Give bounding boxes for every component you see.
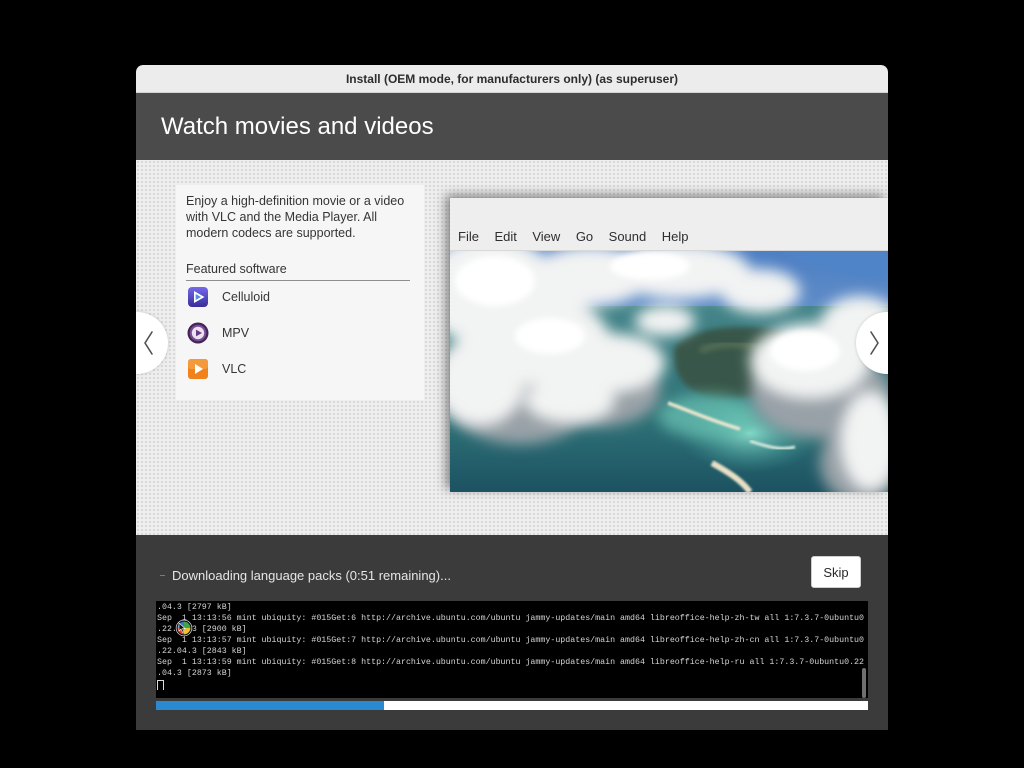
slide-description-line: with VLC and the Media Player. All bbox=[186, 210, 378, 224]
chevron-left-icon bbox=[144, 331, 153, 355]
progress-fill bbox=[156, 701, 384, 710]
log-line: .04.3 [2873 kB] bbox=[157, 669, 232, 678]
video-frame-image bbox=[450, 251, 888, 492]
featured-item-label: Celluloid bbox=[222, 290, 270, 304]
terminal-cursor bbox=[157, 680, 164, 690]
log-line: Sep 1 13:13:57 mint ubiquity: #015Get:7 … bbox=[157, 636, 865, 645]
slide-description-line: Enjoy a high-definition movie or a video bbox=[186, 194, 405, 208]
slide-description-line: modern codecs are supported. bbox=[186, 226, 356, 240]
screenshot-menubar: File Edit View Go Sound Help bbox=[458, 228, 689, 246]
window-title: Install (OEM mode, for manufacturers onl… bbox=[345, 71, 679, 86]
busy-cursor-icon bbox=[175, 619, 193, 637]
spinner-icon bbox=[160, 575, 165, 576]
log-line: Sep 1 13:13:56 mint ubiquity: #015Get:6 … bbox=[157, 614, 865, 623]
featured-software-heading: Featured software bbox=[186, 261, 410, 281]
featured-item-label: VLC bbox=[222, 362, 247, 376]
window-titlebar[interactable]: Install (OEM mode, for manufacturers onl… bbox=[136, 65, 888, 93]
installer-window: Install (OEM mode, for manufacturers onl… bbox=[136, 65, 888, 730]
log-line: .22.04.3 [2900 kB] bbox=[157, 625, 247, 634]
progress-section: Downloading language packs (0:51 remaini… bbox=[136, 535, 888, 730]
install-progress-bar bbox=[156, 701, 868, 710]
log-lines: .04.3 [2797 kB] Sep 1 13:13:56 mint ubiq… bbox=[157, 602, 868, 690]
featured-item-vlc: VLC bbox=[187, 358, 246, 380]
log-line: .04.3 [2797 kB] bbox=[157, 603, 232, 612]
log-cursor-line bbox=[157, 679, 868, 690]
vlc-icon bbox=[188, 359, 208, 379]
menu-go: Go bbox=[575, 229, 594, 244]
menu-sound: Sound bbox=[608, 229, 647, 244]
install-log-terminal[interactable]: .04.3 [2797 kB] Sep 1 13:13:56 mint ubiq… bbox=[156, 601, 868, 698]
next-slide-button[interactable] bbox=[856, 312, 888, 374]
media-player-screenshot: File Edit View Go Sound Help bbox=[450, 198, 888, 492]
log-scrollbar[interactable] bbox=[862, 668, 866, 698]
slide-header: Watch movies and videos bbox=[136, 93, 888, 160]
slideshow: Enjoy a high-definition movie or a video… bbox=[136, 160, 888, 535]
screenshot-window-header: File Edit View Go Sound Help bbox=[450, 198, 888, 251]
featured-item-celluloid: Celluloid bbox=[187, 286, 270, 308]
progress-status-text: Downloading language packs (0:51 remaini… bbox=[172, 568, 451, 583]
slide-info-panel: Enjoy a high-definition movie or a video… bbox=[176, 185, 424, 400]
celluloid-icon bbox=[188, 287, 208, 307]
mpv-icon bbox=[187, 322, 209, 344]
slide-description: Enjoy a high-definition movie or a video… bbox=[186, 193, 404, 241]
skip-button[interactable]: Skip bbox=[811, 556, 861, 588]
menu-view: View bbox=[532, 229, 561, 244]
slide-heading: Watch movies and videos bbox=[161, 113, 434, 140]
prev-slide-button[interactable] bbox=[136, 312, 168, 374]
featured-item-mpv: MPV bbox=[187, 322, 249, 344]
chevron-right-icon bbox=[870, 331, 879, 355]
log-line: Sep 1 13:13:59 mint ubiquity: #015Get:8 … bbox=[157, 658, 865, 667]
menu-file: File bbox=[458, 229, 479, 244]
menu-help: Help bbox=[661, 229, 689, 244]
menu-edit: Edit bbox=[494, 229, 517, 244]
featured-item-label: MPV bbox=[222, 326, 250, 340]
log-line: .22.04.3 [2843 kB] bbox=[157, 647, 247, 656]
